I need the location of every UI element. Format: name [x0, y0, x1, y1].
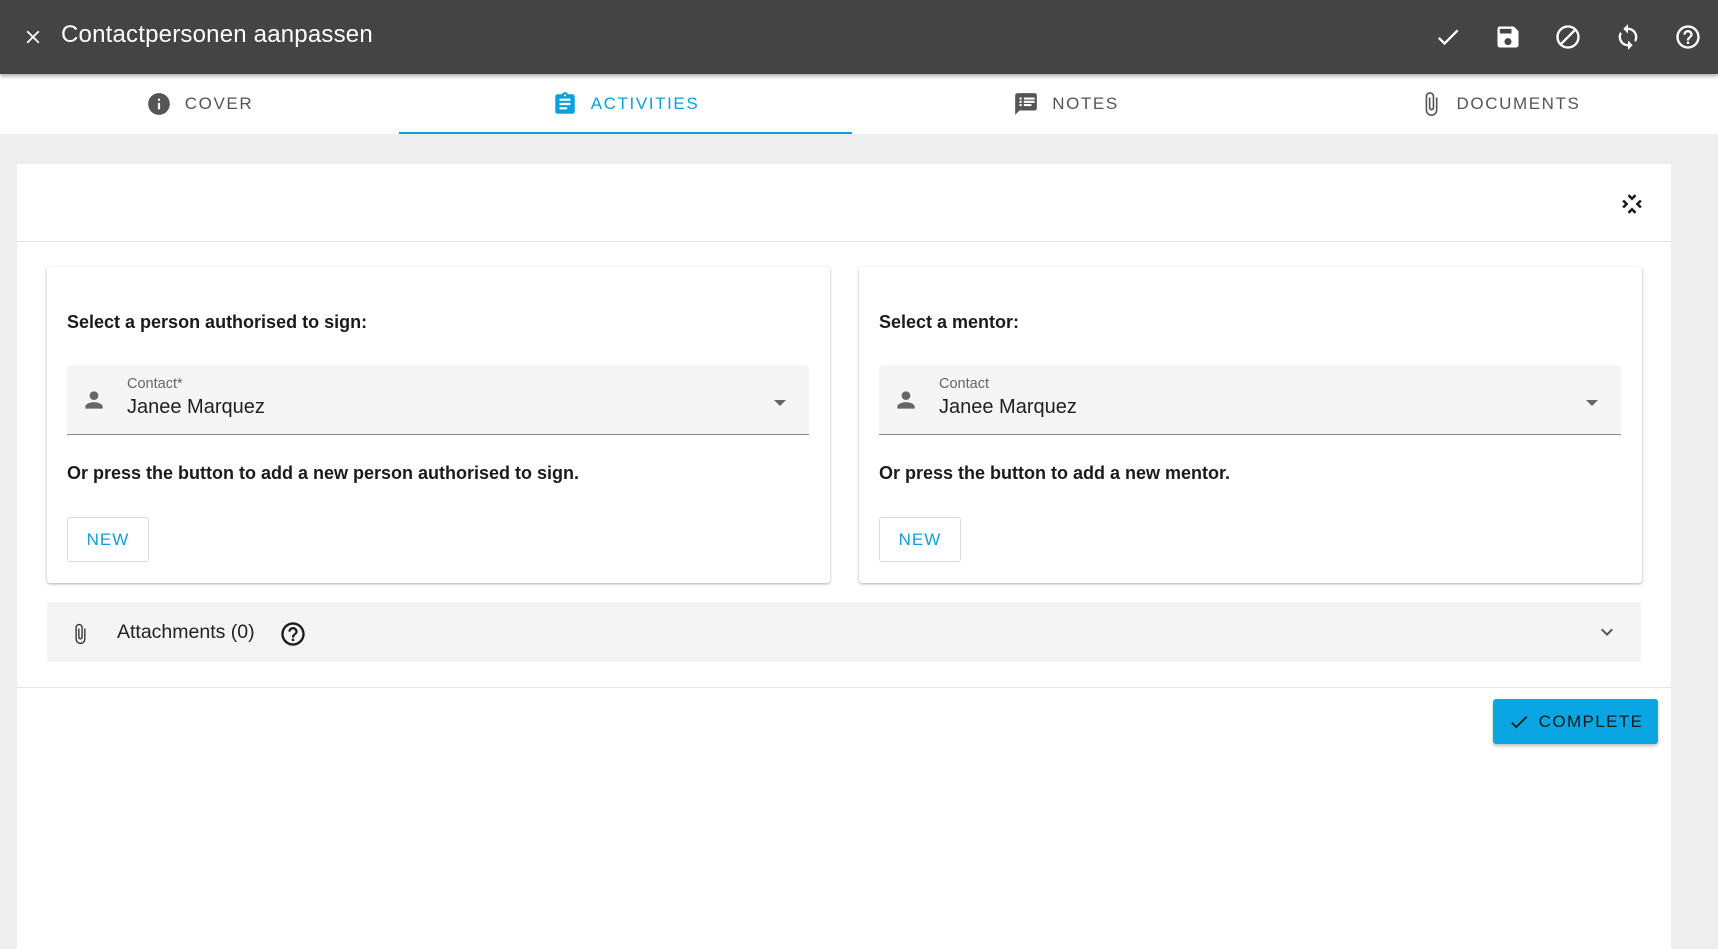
- check-icon: [1434, 23, 1462, 51]
- close-icon: [22, 26, 44, 48]
- dropdown-arrow-icon: [1585, 395, 1599, 413]
- refresh-button[interactable]: [1598, 0, 1658, 74]
- refresh-icon: [1614, 23, 1642, 51]
- person-icon: [81, 387, 107, 418]
- tab-cover[interactable]: COVER: [0, 74, 399, 134]
- toolbar-actions: [1418, 0, 1718, 74]
- paperclip-icon: [1418, 89, 1444, 119]
- paperclip-icon: [69, 620, 91, 653]
- app-bar: Contactpersonen aanpassen: [0, 0, 1718, 74]
- signer-field-value: Janee Marquez: [127, 396, 265, 419]
- collapse-icon: [1617, 189, 1647, 219]
- tab-cover-label: COVER: [185, 94, 253, 114]
- new-signer-button[interactable]: NEW: [67, 517, 149, 562]
- tab-activities-label: ACTIVITIES: [591, 94, 700, 114]
- signer-hint: Or press the button to add a new person …: [67, 463, 579, 484]
- signer-heading: Select a person authorised to sign:: [67, 312, 367, 333]
- tab-activities[interactable]: ACTIVITIES: [399, 74, 852, 134]
- info-icon: [146, 91, 172, 117]
- clipboard-icon: [552, 91, 578, 117]
- cancel-button[interactable]: [1538, 0, 1598, 74]
- mentor-heading: Select a mentor:: [879, 312, 1019, 333]
- tab-documents[interactable]: DOCUMENTS: [1280, 74, 1718, 134]
- tab-documents-label: DOCUMENTS: [1457, 94, 1581, 114]
- collapse-button[interactable]: [1617, 189, 1647, 219]
- chevron-down-icon: [1595, 620, 1619, 649]
- signer-field-label: Contact*: [127, 376, 183, 392]
- panel-header: [17, 164, 1671, 242]
- page-title: Contactpersonen aanpassen: [61, 20, 373, 50]
- signer-contact-select[interactable]: Contact* Janee Marquez: [67, 365, 809, 435]
- mentor-contact-select[interactable]: Contact Janee Marquez: [879, 365, 1621, 435]
- tab-notes[interactable]: NOTES: [852, 74, 1280, 134]
- tab-notes-label: NOTES: [1052, 94, 1119, 114]
- save-button[interactable]: [1478, 0, 1538, 74]
- check-icon: [1508, 711, 1530, 733]
- attachments-expander[interactable]: Attachments (0): [47, 602, 1641, 662]
- close-button[interactable]: [15, 19, 51, 55]
- activity-panel: Select a person authorised to sign: Cont…: [17, 164, 1671, 949]
- mentor-hint: Or press the button to add a new mentor.: [879, 463, 1230, 484]
- footer-divider: [17, 687, 1671, 688]
- mentor-field-value: Janee Marquez: [939, 396, 1077, 419]
- tab-bar: COVER ACTIVITIES NOTES DOCUMENTS: [0, 74, 1718, 134]
- help-icon: [1674, 23, 1702, 51]
- save-icon: [1494, 23, 1522, 51]
- complete-button[interactable]: COMPLETE: [1493, 699, 1658, 744]
- notes-icon: [1013, 91, 1039, 117]
- confirm-button[interactable]: [1418, 0, 1478, 74]
- mentor-field-label: Contact: [939, 376, 989, 392]
- attachments-label: Attachments (0): [117, 621, 255, 644]
- help-button[interactable]: [1658, 0, 1718, 74]
- help-icon[interactable]: [279, 620, 307, 653]
- person-icon: [893, 387, 919, 418]
- new-mentor-button[interactable]: NEW: [879, 517, 961, 562]
- mentor-card: Select a mentor: Contact Janee Marquez O…: [859, 267, 1642, 583]
- signer-card: Select a person authorised to sign: Cont…: [47, 267, 830, 583]
- cancel-icon: [1554, 23, 1582, 51]
- dropdown-arrow-icon: [773, 395, 787, 413]
- complete-label: COMPLETE: [1539, 712, 1644, 732]
